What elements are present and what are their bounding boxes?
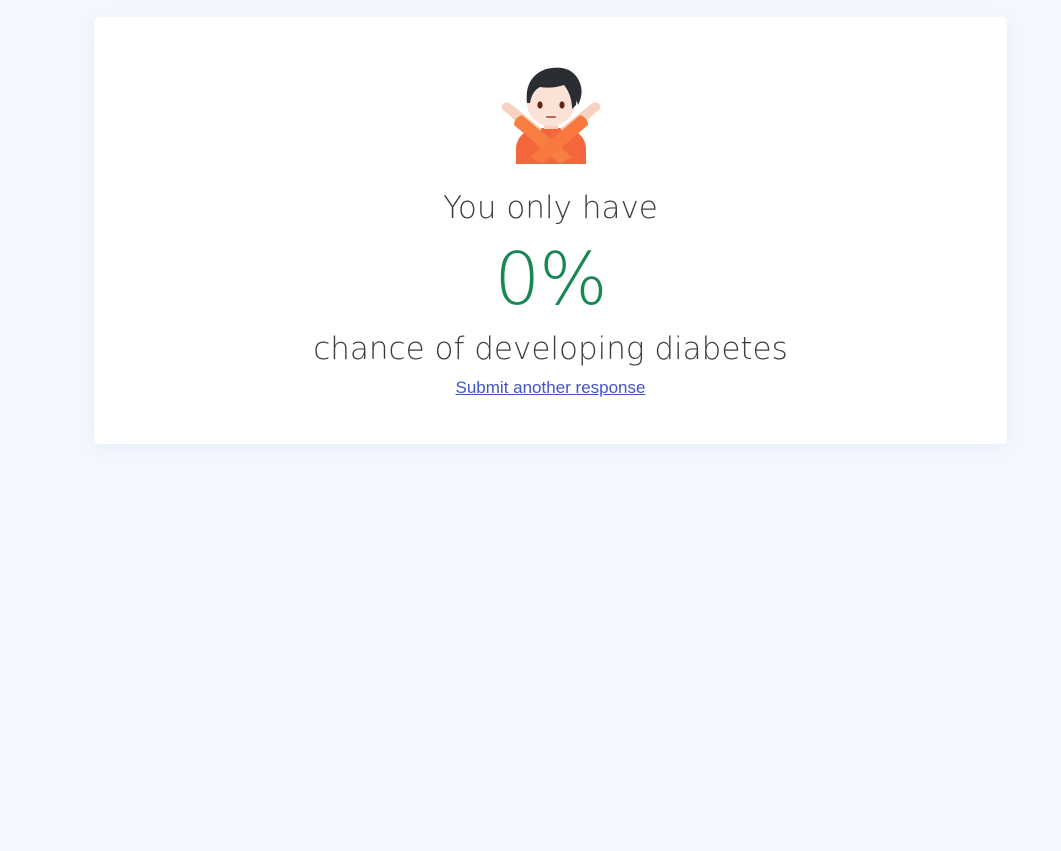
result-lead-text: You only have: [443, 190, 658, 226]
risk-percentage: 0%: [494, 237, 607, 321]
result-tail-text: chance of developing diabetes: [313, 331, 788, 367]
submit-another-container: Submit another response: [94, 377, 1007, 399]
result-card: You only have 0% chance of developing di…: [94, 17, 1007, 444]
submit-another-link[interactable]: Submit another response: [456, 378, 646, 397]
person-gesturing-no-icon: [500, 65, 602, 167]
